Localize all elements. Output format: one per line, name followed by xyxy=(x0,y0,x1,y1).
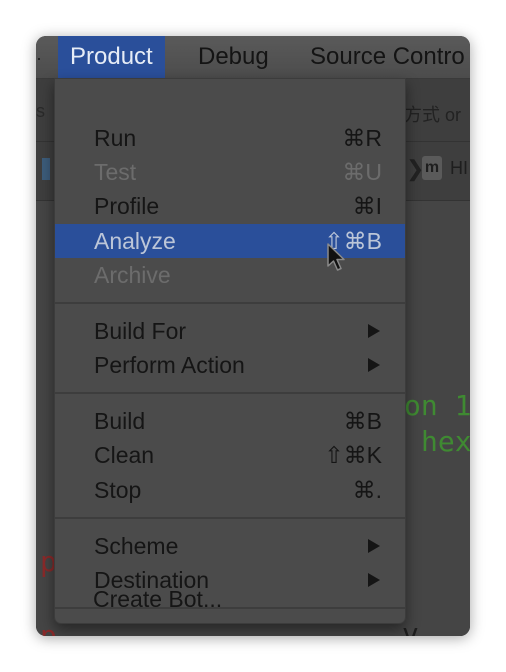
menu-item-clean[interactable]: Clean ⇧⌘K xyxy=(55,438,405,472)
menu-item-create-bot[interactable]: Create Bot... xyxy=(54,582,404,616)
submenu-arrow-icon xyxy=(368,539,380,553)
menubar-debug[interactable]: Debug xyxy=(186,36,281,78)
menu-item-label: Build xyxy=(94,408,146,434)
menu-item-label: Build For xyxy=(94,318,187,344)
menu-item-label: Run xyxy=(94,125,137,151)
breadcrumb-file-name: HI xyxy=(450,158,468,178)
menu-item-shortcut: ⌘. xyxy=(352,477,382,503)
menubar-product[interactable]: Product xyxy=(58,36,165,78)
menu-separator xyxy=(55,392,405,394)
menu-item-label: Stop xyxy=(94,477,142,503)
menu-item-shortcut: ⌘U xyxy=(342,159,382,185)
code-text-line-2: hex xyxy=(421,425,470,458)
menu-item-label: Test xyxy=(94,159,137,185)
tab-fragment-left: s xyxy=(36,101,45,121)
menu-item-label: Archive xyxy=(94,262,171,288)
menu-item-label: Profile xyxy=(94,193,160,219)
tab-fragment-right: 方式 or xyxy=(404,105,462,125)
menu-item-profile[interactable]: Profile ⌘I xyxy=(55,189,405,223)
menu-item-perform-action[interactable]: Perform Action xyxy=(55,348,405,382)
code-fragment-2: p xyxy=(40,619,57,636)
submenu-arrow-icon xyxy=(368,358,380,372)
product-menu: Run ⌘R Test ⌘U Profile ⌘I Analyze ⇧⌘B Ar… xyxy=(54,78,406,624)
menu-item-archive: Archive xyxy=(55,258,405,292)
screenshot-frame: s 方式 or ❯ m HI on 15 hex p p v · Product… xyxy=(36,36,470,636)
menu-bar: · Product Debug Source Contro xyxy=(36,36,470,79)
menu-item-shortcut: ⌘R xyxy=(342,125,382,151)
menu-item-shortcut: ⌘I xyxy=(352,193,382,219)
menu-item-build-for[interactable]: Build For xyxy=(55,314,405,348)
menu-item-test: Test ⌘U xyxy=(55,155,405,189)
menu-separator xyxy=(55,302,405,304)
navigator-marker-icon xyxy=(42,158,50,180)
objc-file-icon: m xyxy=(422,156,442,180)
menu-item-label: Create Bot... xyxy=(93,586,223,612)
menu-item-label: Analyze xyxy=(94,228,176,254)
menu-item-analyze[interactable]: Analyze ⇧⌘B xyxy=(55,224,405,258)
menu-item-label: Clean xyxy=(94,442,155,468)
menu-item-shortcut: ⇧⌘K xyxy=(324,442,382,468)
menu-item-build[interactable]: Build ⌘B xyxy=(55,404,405,438)
menu-item-scheme[interactable]: Scheme xyxy=(55,529,405,563)
menu-separator xyxy=(55,517,405,519)
menubar-edge-fragment: · xyxy=(36,48,42,68)
code-text-line-1: on 15 xyxy=(404,389,470,422)
menu-item-shortcut: ⌘B xyxy=(343,408,382,434)
menu-item-run[interactable]: Run ⌘R xyxy=(55,121,405,155)
pointer-cursor-icon xyxy=(327,243,345,271)
menu-item-label: Scheme xyxy=(94,533,179,559)
menu-item-stop[interactable]: Stop ⌘. xyxy=(55,473,405,507)
submenu-arrow-icon xyxy=(368,324,380,338)
menubar-source-control[interactable]: Source Contro xyxy=(298,36,470,78)
menu-item-label: Perform Action xyxy=(94,352,245,378)
